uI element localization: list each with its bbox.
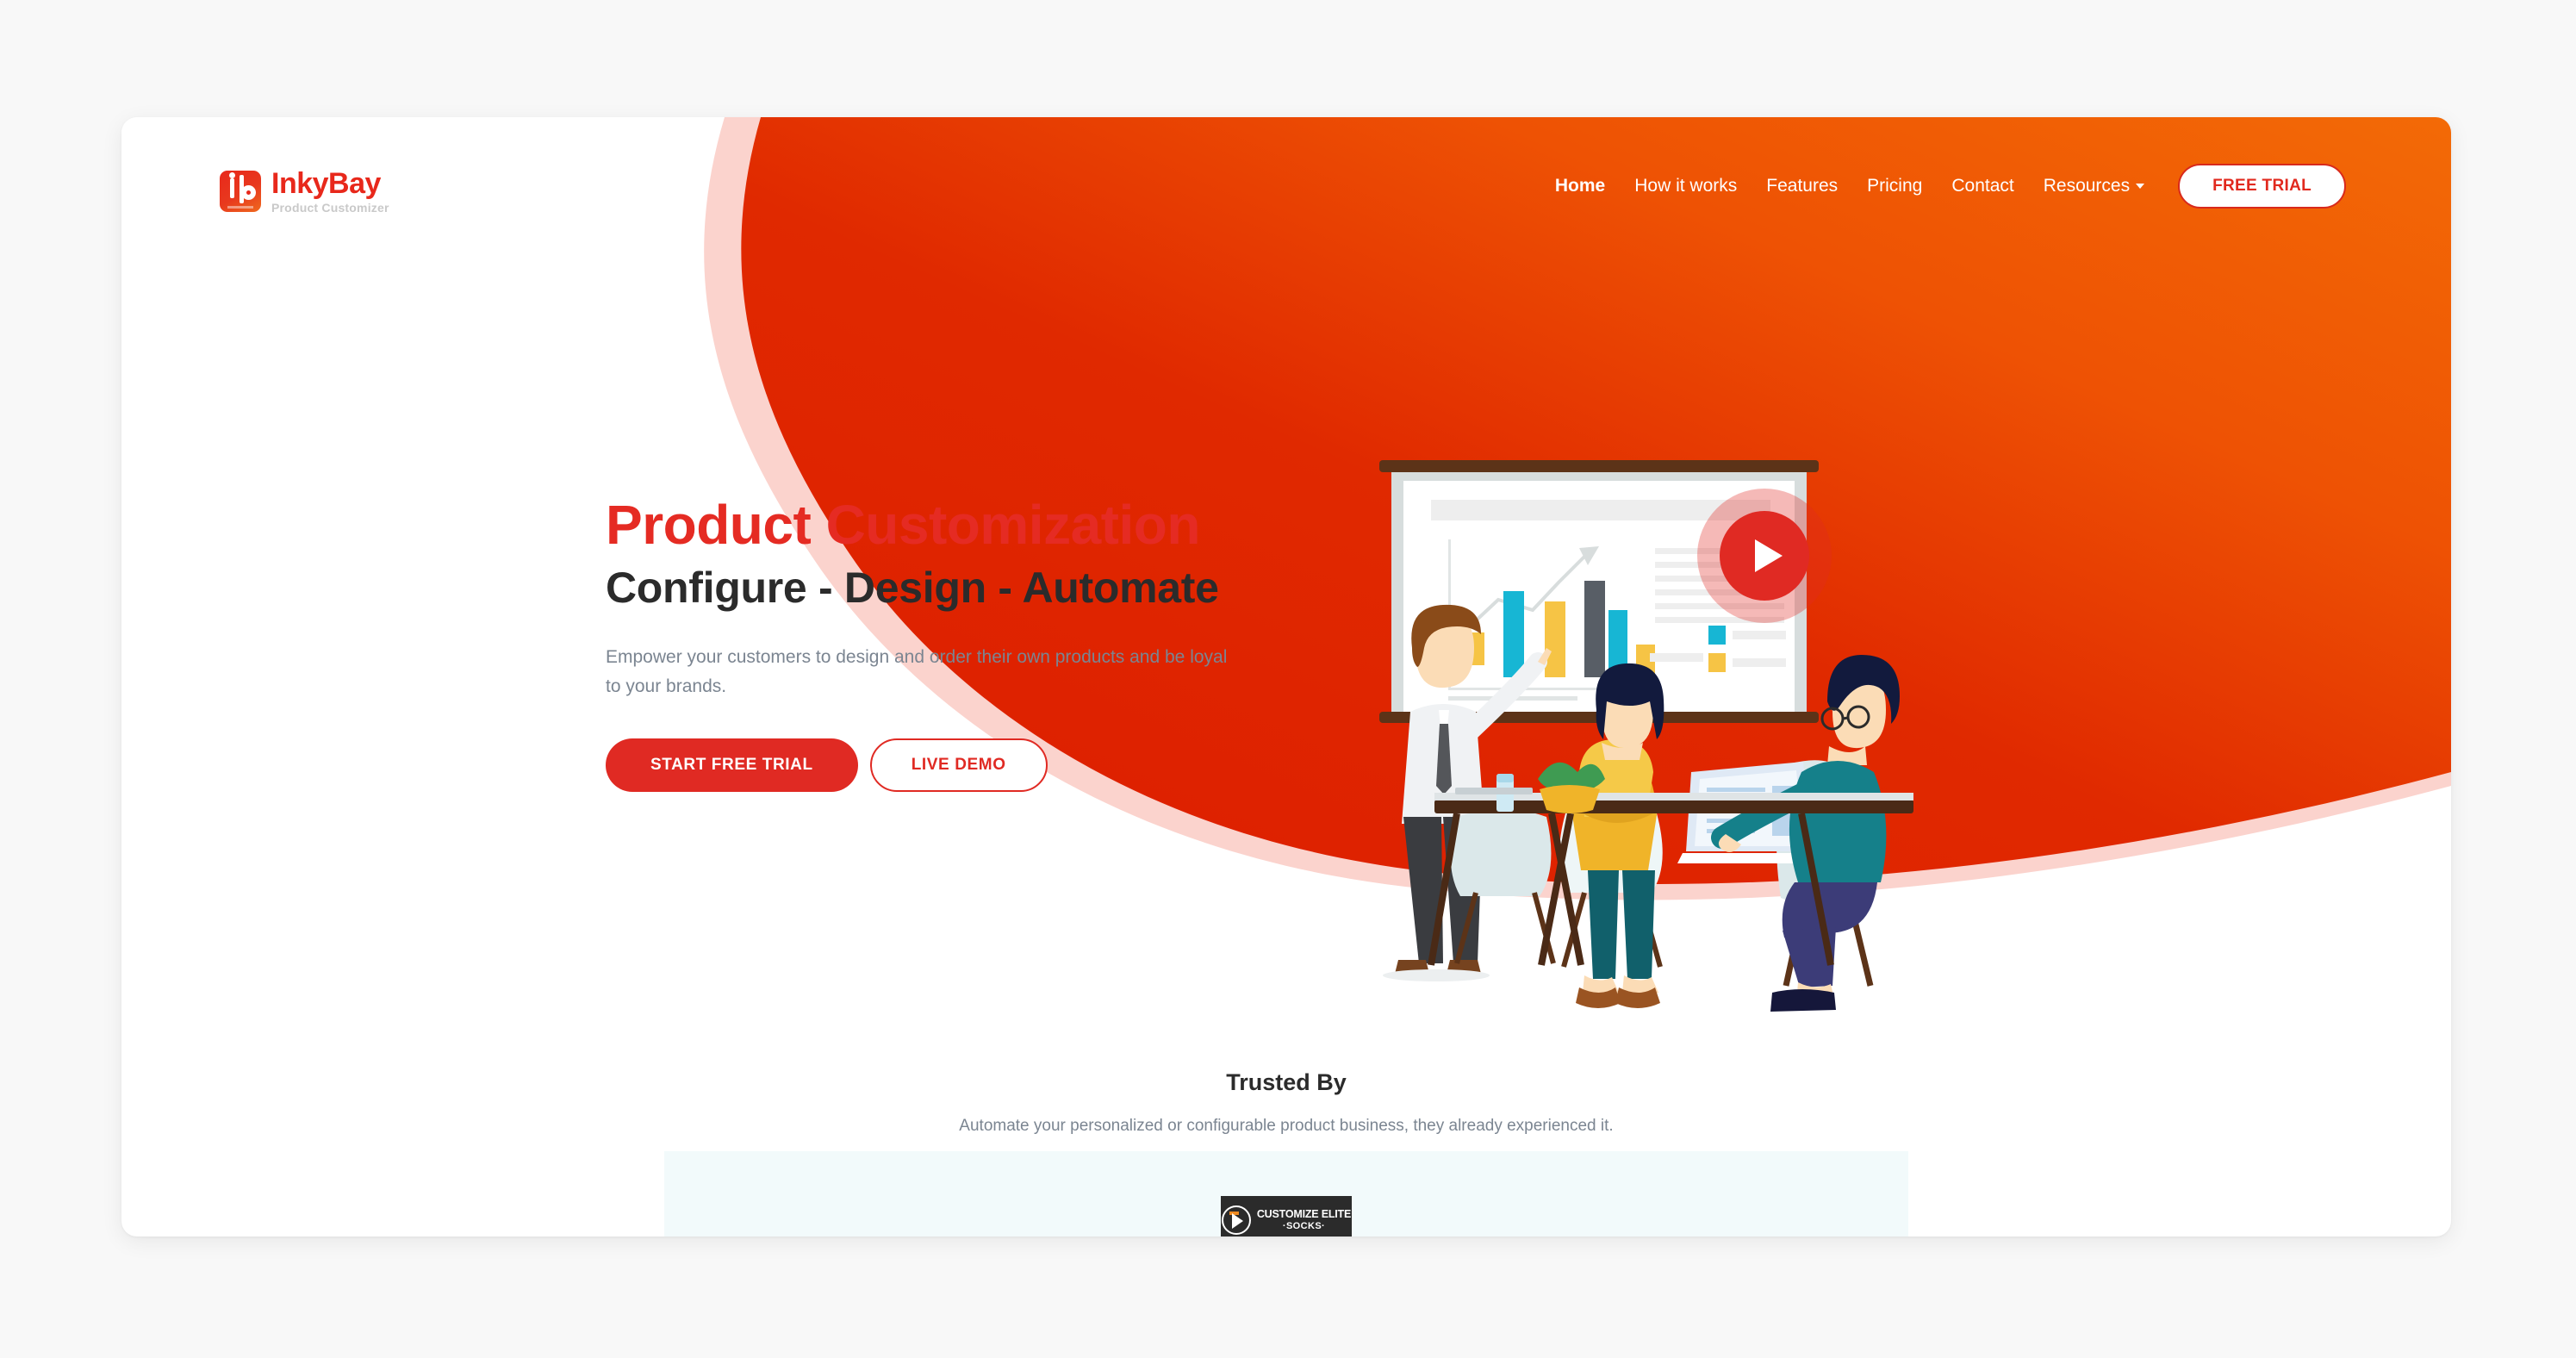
client-logo-text: CUSTOMIZE ELITE ·SOCKS· bbox=[1257, 1208, 1351, 1231]
free-trial-button[interactable]: FREE TRIAL bbox=[2178, 164, 2346, 209]
browser-card: InkyBay Product Customizer Home How it w… bbox=[121, 117, 2451, 1237]
nav-item-contact[interactable]: Contact bbox=[1937, 176, 2028, 196]
site-header: InkyBay Product Customizer Home How it w… bbox=[121, 117, 2451, 255]
nav-item-pricing[interactable]: Pricing bbox=[1852, 176, 1937, 196]
nav-item-resources-label: Resources bbox=[2043, 176, 2131, 196]
live-demo-button[interactable]: LIVE DEMO bbox=[869, 738, 1048, 793]
brand-logo-text: InkyBay Product Customizer bbox=[271, 169, 389, 214]
inkybay-logo-icon bbox=[220, 171, 261, 212]
brand-logo[interactable]: InkyBay Product Customizer bbox=[220, 169, 389, 214]
hero-content: Product Customization Configure - Design… bbox=[606, 494, 1295, 793]
page-root: InkyBay Product Customizer Home How it w… bbox=[0, 0, 2576, 1358]
play-video-button[interactable] bbox=[1720, 511, 1809, 601]
client-logo-line2: ·SOCKS· bbox=[1282, 1220, 1326, 1231]
hero-subtitle: Configure - Design - Automate bbox=[606, 564, 1219, 613]
trusted-by-section: Trusted By Automate your personalized or… bbox=[121, 1069, 2451, 1237]
start-free-trial-button[interactable]: START FREE TRIAL bbox=[606, 738, 858, 793]
trusted-by-title: Trusted By bbox=[1226, 1069, 1347, 1095]
brand-tagline: Product Customizer bbox=[271, 201, 389, 215]
nav-item-home[interactable]: Home bbox=[1540, 176, 1620, 196]
play-icon bbox=[1754, 539, 1783, 572]
chevron-badge-icon bbox=[1221, 1205, 1251, 1235]
client-logo-strip: CUSTOMIZE ELITE ·SOCKS· bbox=[664, 1151, 1908, 1237]
client-logo-customize-elite-socks[interactable]: CUSTOMIZE ELITE ·SOCKS· bbox=[1221, 1196, 1352, 1237]
nav-item-how-it-works[interactable]: How it works bbox=[1620, 176, 1752, 196]
hero-description: Empower your customers to design and ord… bbox=[606, 647, 1228, 696]
chevron-down-icon bbox=[2136, 184, 2145, 189]
hero-illustration bbox=[1353, 427, 2034, 1031]
nav-item-resources[interactable]: Resources bbox=[2029, 176, 2159, 196]
client-logo-line1: CUSTOMIZE ELITE bbox=[1256, 1208, 1352, 1221]
trusted-by-description: Automate your personalized or configurab… bbox=[959, 1117, 1614, 1135]
hero-title: Product Customization bbox=[606, 494, 1200, 556]
main-navigation: Home How it works Features Pricing Conta… bbox=[1540, 117, 2346, 255]
hero-cta-group: START FREE TRIAL LIVE DEMO bbox=[606, 738, 1295, 793]
brand-name: InkyBay bbox=[271, 167, 381, 200]
nav-item-features[interactable]: Features bbox=[1752, 176, 1852, 196]
